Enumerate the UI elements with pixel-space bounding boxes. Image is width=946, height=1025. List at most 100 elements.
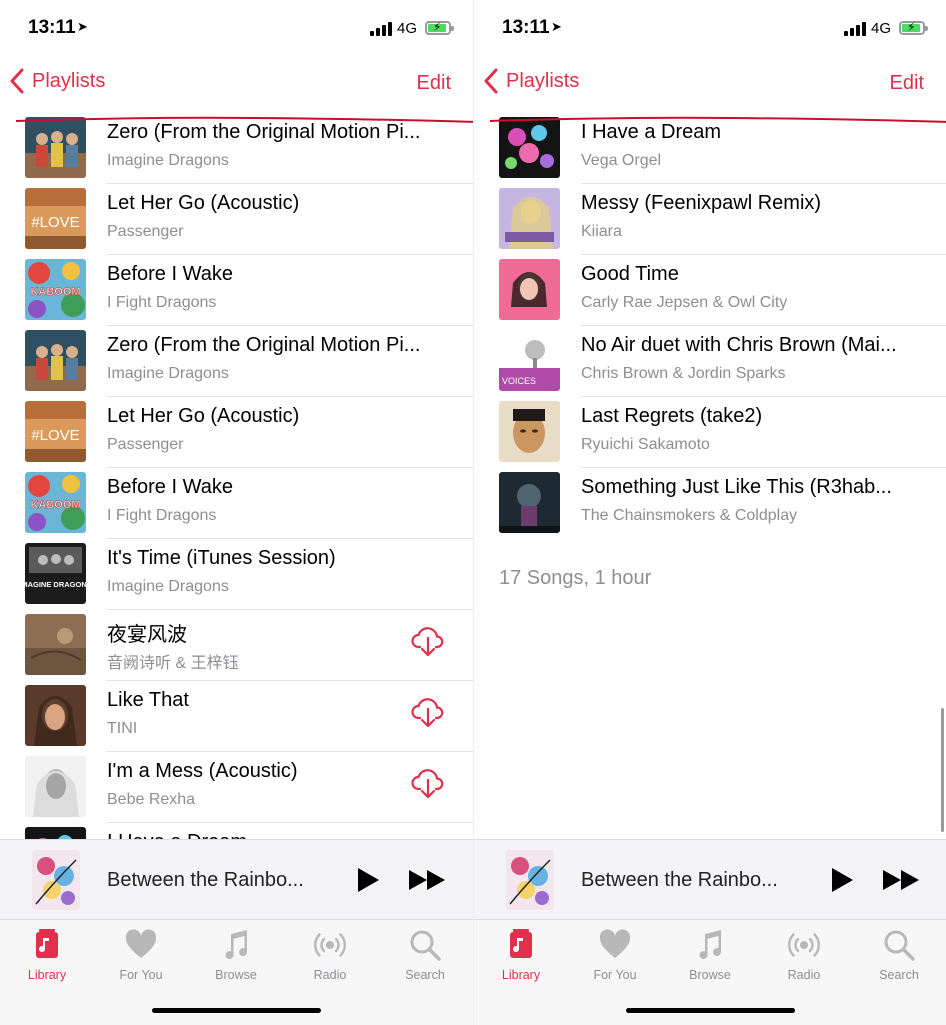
tab-label: Browse	[215, 968, 257, 982]
status-time: 13:11	[502, 17, 550, 38]
back-button[interactable]: Playlists	[10, 68, 105, 94]
song-artist: Imagine Dragons	[107, 578, 229, 595]
tab-browse[interactable]: Browse	[670, 928, 750, 982]
fast-forward-icon[interactable]	[408, 869, 448, 891]
phone-screen-right: 13:11 ➤ 4G ⚡ Playlists Edit I Have a Dre…	[473, 0, 946, 1025]
song-artist: Imagine Dragons	[107, 152, 229, 169]
album-artwork	[499, 117, 560, 178]
song-artist: Chris Brown & Jordin Sparks	[581, 365, 786, 382]
song-row[interactable]: Last Regrets (take2) Ryuichi Sakamoto	[474, 397, 946, 468]
song-row[interactable]: 夜宴风波 音阙诗听 & 王梓钰	[0, 610, 473, 681]
tab-label: Search	[405, 968, 445, 982]
song-title: Let Her Go (Acoustic)	[107, 405, 300, 427]
song-row[interactable]: I Have a DreamVega Orgel	[0, 823, 473, 839]
radio-icon	[314, 933, 346, 957]
song-row[interactable]: KABOOM Before I Wake I Fight Dragons	[0, 468, 473, 539]
song-row[interactable]: I'm a Mess (Acoustic) Bebe Rexha	[0, 752, 473, 823]
tab-label: Search	[879, 968, 919, 982]
scrollbar[interactable]	[941, 708, 944, 832]
now-playing-artwork[interactable]	[32, 850, 80, 910]
now-playing-artwork[interactable]	[506, 850, 554, 910]
song-artist: Imagine Dragons	[107, 365, 229, 382]
song-artist: Passenger	[107, 436, 184, 453]
song-title: It's Time (iTunes Session)	[107, 547, 336, 569]
now-playing-title[interactable]: Between the Rainbo...	[581, 869, 778, 892]
song-title: Let Her Go (Acoustic)	[107, 192, 300, 214]
chevron-left-icon	[10, 68, 24, 94]
back-button[interactable]: Playlists	[484, 68, 579, 94]
album-artwork: #LOVE	[25, 188, 86, 249]
tab-label: Library	[501, 968, 541, 982]
tab-search[interactable]: Search	[859, 928, 939, 982]
tab-radio[interactable]: Radio	[290, 928, 370, 982]
song-artist: Kiiara	[581, 223, 622, 240]
battery-charging-icon: ⚡	[899, 20, 928, 35]
song-list[interactable]: Zero (From the Original Motion Pi... Imag…	[0, 113, 473, 839]
nav-bar: Playlists Edit	[474, 56, 946, 123]
song-title: Like That	[107, 689, 189, 711]
song-row[interactable]: Messy (Feenixpawl Remix) Kiiara	[474, 184, 946, 255]
now-playing-title[interactable]: Between the Rainbo...	[107, 869, 304, 892]
edit-button[interactable]: Edit	[417, 72, 451, 95]
song-row[interactable]: Good Time Carly Rae Jepsen & Owl City	[474, 255, 946, 326]
mini-player[interactable]: Between the Rainbo...	[0, 839, 473, 920]
song-title: Before I Wake	[107, 476, 233, 498]
song-row[interactable]: KABOOM Before I Wake I Fight Dragons	[0, 255, 473, 326]
edit-button[interactable]: Edit	[890, 72, 924, 95]
song-title: I'm a Mess (Acoustic)	[107, 760, 298, 782]
song-title: Good Time	[581, 263, 679, 285]
nav-bar: Playlists Edit	[0, 56, 473, 123]
fast-forward-icon[interactable]	[882, 869, 922, 891]
tab-search[interactable]: Search	[385, 928, 465, 982]
mini-player[interactable]: Between the Rainbo...	[474, 839, 946, 920]
tab-label: Radio	[787, 968, 821, 982]
download-cloud-icon[interactable]	[411, 695, 445, 729]
download-cloud-icon[interactable]	[411, 624, 445, 658]
album-artwork	[25, 685, 86, 746]
album-artwork	[499, 259, 560, 320]
album-art-text: IMAGINE DRAGONS	[25, 580, 86, 589]
album-artwork: IMAGINE DRAGONS	[25, 543, 86, 604]
location-arrow-icon: ➤	[551, 19, 562, 34]
search-icon	[884, 930, 915, 961]
song-artist: The Chainsmokers & Coldplay	[581, 507, 798, 524]
song-artist: Vega Orgel	[581, 152, 662, 169]
tab-radio[interactable]: Radio	[764, 928, 844, 982]
album-artwork	[25, 756, 86, 817]
song-artist: I Fight Dragons	[107, 294, 217, 311]
song-title: Before I Wake	[107, 263, 233, 285]
tab-for-you[interactable]: For You	[575, 928, 655, 982]
album-art-text: KABOOM	[30, 286, 80, 298]
location-arrow-icon: ➤	[77, 19, 88, 34]
song-title: I Have a Dream	[581, 121, 722, 143]
back-button-label: Playlists	[506, 69, 580, 92]
album-art-text: #LOVE	[31, 214, 79, 231]
tab-library[interactable]: Library	[481, 928, 561, 982]
song-row[interactable]: #LOVE Let Her Go (Acoustic) Passenger	[0, 397, 473, 468]
song-artist: Ryuichi Sakamoto	[581, 436, 710, 453]
album-artwork	[25, 614, 86, 675]
status-bar: 13:11 ➤ 4G ⚡	[0, 0, 473, 56]
song-title: Something Just Like This (R3hab...	[581, 476, 892, 498]
song-row[interactable]: Something Just Like This (R3hab... The Ch…	[474, 468, 946, 539]
heart-icon	[599, 929, 631, 958]
song-row[interactable]: IMAGINE DRAGONS It's Time (iTunes Session…	[0, 539, 473, 610]
tab-for-you[interactable]: For You	[101, 928, 181, 982]
play-icon[interactable]	[829, 867, 855, 893]
song-title: Zero (From the Original Motion Pi...	[107, 334, 421, 356]
song-row[interactable]: Zero (From the Original Motion Pi... Imag…	[0, 326, 473, 397]
song-list[interactable]: I Have a Dream Vega Orgel Messy (Feenixpaw…	[474, 113, 946, 839]
album-artwork	[499, 401, 560, 462]
tab-library[interactable]: Library	[7, 928, 87, 982]
song-artist: Bebe Rexha	[107, 791, 196, 808]
song-row[interactable]: VOICES No Air duet with Chris Brown (Mai.…	[474, 326, 946, 397]
tab-label: Browse	[689, 968, 731, 982]
song-row[interactable]: #LOVE Let Her Go (Acoustic) Passenger	[0, 184, 473, 255]
play-icon[interactable]	[355, 867, 381, 893]
album-artwork	[25, 330, 86, 391]
search-icon	[410, 930, 441, 961]
tab-label: Radio	[313, 968, 347, 982]
song-row[interactable]: Like That TINI	[0, 681, 473, 752]
tab-browse[interactable]: Browse	[196, 928, 276, 982]
download-cloud-icon[interactable]	[411, 766, 445, 800]
